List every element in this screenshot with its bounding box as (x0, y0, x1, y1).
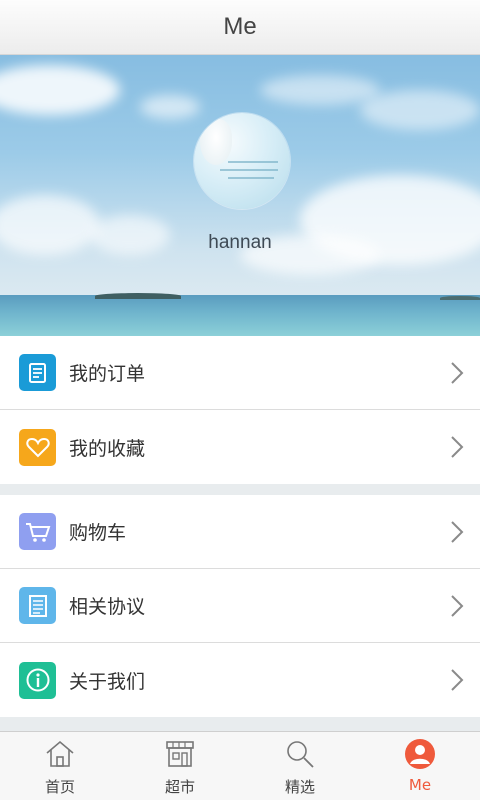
tab-me[interactable]: Me (360, 732, 480, 800)
heart-icon (19, 428, 56, 466)
title-bar: Me (0, 0, 480, 55)
chevron-right-icon (451, 520, 464, 543)
avatar[interactable] (194, 113, 290, 209)
user-icon (405, 739, 435, 769)
chevron-right-icon (451, 436, 464, 458)
search-icon (287, 741, 314, 768)
menu-item-label: 相关协议 (69, 596, 146, 618)
store-icon (166, 741, 194, 767)
menu-group-orders: 我的订单 我的收藏 (0, 336, 480, 484)
tab-label: 精选 (284, 778, 315, 796)
order-list-icon (19, 354, 56, 391)
tab-featured[interactable]: 精选 (240, 732, 360, 800)
menu-group-more: 购物车 相关协议 关于我们 (0, 495, 480, 717)
profile-header: hannan (0, 55, 480, 336)
tab-supermarket[interactable]: 超市 (120, 732, 240, 800)
menu-item-label: 关于我们 (69, 670, 146, 693)
bottom-tab-bar: 首页 超市 精选 Me (0, 731, 480, 800)
island-graphic (95, 293, 181, 299)
cart-icon (19, 513, 56, 550)
document-icon (19, 587, 56, 624)
tab-home[interactable]: 首页 (0, 732, 120, 800)
menu-item-my-orders[interactable]: 我的订单 (0, 336, 480, 410)
menu-item-shopping-cart[interactable]: 购物车 (0, 495, 480, 569)
sea-background (0, 295, 480, 336)
chevron-right-icon (451, 594, 464, 617)
menu-item-my-favorites[interactable]: 我的收藏 (0, 410, 480, 484)
home-icon (46, 740, 74, 767)
menu-item-label: 我的收藏 (69, 437, 146, 460)
menu-item-label: 购物车 (69, 522, 127, 544)
page-title: Me (223, 13, 257, 40)
tab-label: 首页 (44, 778, 75, 796)
chevron-right-icon (451, 669, 464, 691)
chevron-right-icon (451, 361, 464, 384)
info-icon (19, 661, 56, 699)
menu-item-agreements[interactable]: 相关协议 (0, 569, 480, 643)
menu-item-about-us[interactable]: 关于我们 (0, 643, 480, 717)
menu-item-label: 我的订单 (69, 363, 146, 385)
tab-label: 超市 (164, 778, 195, 796)
username: hannan (208, 232, 272, 253)
tab-label: Me (408, 776, 432, 794)
